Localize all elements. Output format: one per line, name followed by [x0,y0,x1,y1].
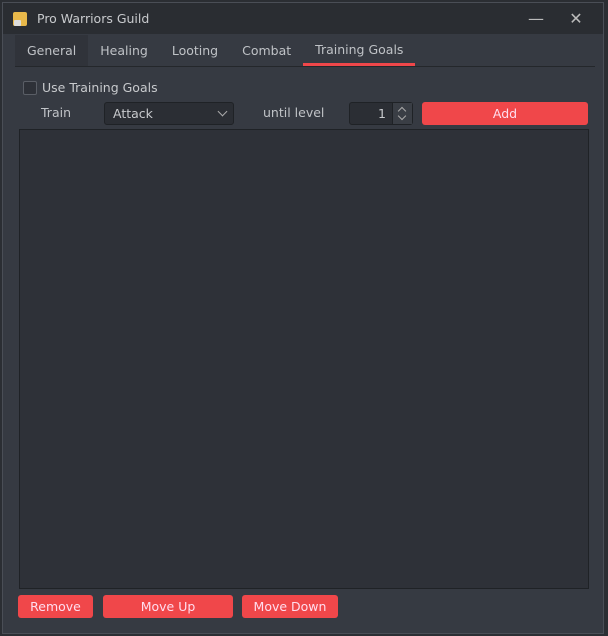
chevron-down-icon[interactable] [397,111,407,121]
tab-healing[interactable]: Healing [88,35,160,66]
spin-arrows[interactable] [392,103,412,124]
tab-combat[interactable]: Combat [230,35,303,66]
tab-looting[interactable]: Looting [160,35,230,66]
tab-training-goals[interactable]: Training Goals [303,35,416,66]
add-button[interactable]: Add [422,102,588,125]
minimize-icon: — [528,9,544,28]
level-value[interactable]: 1 [378,103,386,124]
move-down-button[interactable]: Move Down [242,595,338,618]
use-training-goals-checkbox[interactable]: Use Training Goals [23,80,158,95]
app-icon [13,11,27,26]
title-bar: Pro Warriors Guild — ✕ [3,3,603,34]
train-label: Train [41,105,71,120]
skill-select-value: Attack [113,106,153,121]
training-goals-list[interactable] [19,129,589,589]
tab-general[interactable]: General [15,35,89,66]
until-level-label: until level [263,105,325,120]
tab-bar: General Healing Looting Combat Training … [15,35,595,67]
remove-button[interactable]: Remove [18,595,93,618]
close-icon: ✕ [569,9,583,28]
skill-select[interactable]: Attack [104,102,234,125]
chevron-down-icon [217,106,228,117]
close-button[interactable]: ✕ [561,7,591,31]
move-up-button[interactable]: Move Up [103,595,233,618]
checkbox-box[interactable] [23,80,37,95]
checkbox-label: Use Training Goals [42,80,158,95]
minimize-button[interactable]: — [521,7,551,31]
window-title: Pro Warriors Guild [37,11,150,26]
window: Pro Warriors Guild — ✕ General Healing L… [2,2,604,634]
level-spinbox[interactable]: 1 [349,102,413,125]
